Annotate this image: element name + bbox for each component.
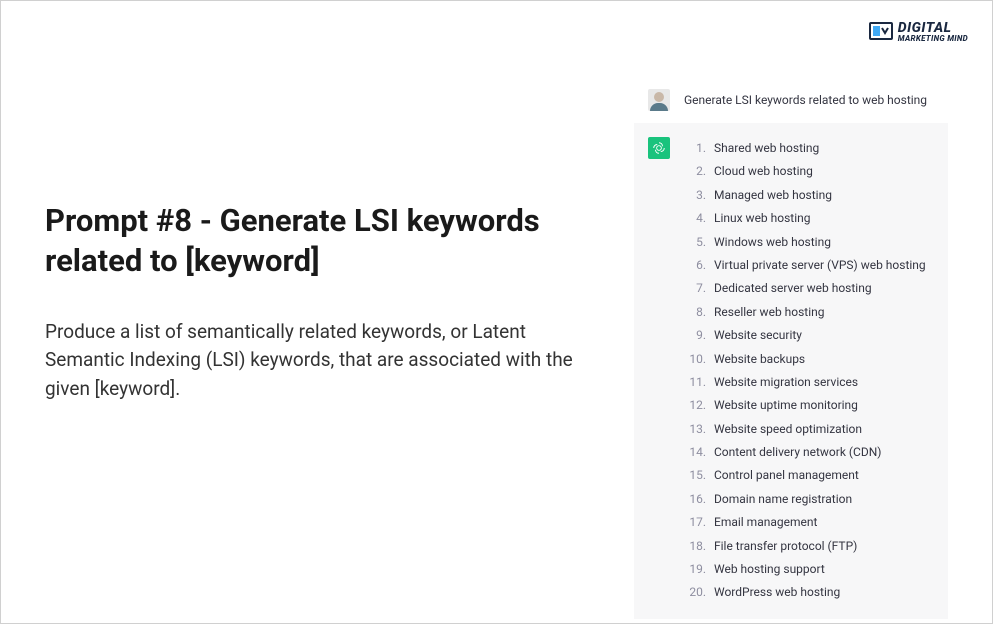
keyword-text: Windows web hosting	[714, 231, 831, 254]
keyword-item: Website backups	[684, 348, 926, 371]
ai-avatar-icon	[648, 137, 670, 159]
keyword-text: Website migration services	[714, 371, 858, 394]
keyword-item: Virtual private server (VPS) web hosting	[684, 254, 926, 277]
brand-logo: DIGITAL MARKETING MIND	[868, 19, 968, 45]
keyword-text: File transfer protocol (FTP)	[714, 535, 857, 558]
user-avatar-icon	[648, 89, 670, 111]
keyword-item: Content delivery network (CDN)	[684, 441, 926, 464]
keyword-item: Reseller web hosting	[684, 301, 926, 324]
keyword-item: Domain name registration	[684, 488, 926, 511]
keyword-text: Website security	[714, 324, 802, 347]
left-content: Prompt #8 - Generate LSI keywords relate…	[45, 201, 575, 403]
keyword-text: Domain name registration	[714, 488, 852, 511]
keyword-text: Control panel management	[714, 464, 859, 487]
keyword-text: Web hosting support	[714, 558, 825, 581]
keyword-text: Dedicated server web hosting	[714, 277, 872, 300]
keyword-item: File transfer protocol (FTP)	[684, 535, 926, 558]
keyword-text: Website uptime monitoring	[714, 394, 858, 417]
logo-mark-icon	[868, 19, 894, 45]
logo-line1: DIGITAL	[898, 21, 968, 35]
keyword-item: Shared web hosting	[684, 137, 926, 160]
keyword-item: Web hosting support	[684, 558, 926, 581]
keyword-text: Email management	[714, 511, 817, 534]
keyword-text: Linux web hosting	[714, 207, 811, 230]
keyword-item: WordPress web hosting	[684, 581, 926, 604]
keyword-item: Website uptime monitoring	[684, 394, 926, 417]
keyword-text: Reseller web hosting	[714, 301, 825, 324]
keyword-text: Website speed optimization	[714, 418, 862, 441]
keyword-text: Virtual private server (VPS) web hosting	[714, 254, 926, 277]
keyword-text: Cloud web hosting	[714, 160, 813, 183]
chat-panel: Generate LSI keywords related to web hos…	[634, 77, 948, 619]
ai-message-row: Shared web hostingCloud web hostingManag…	[634, 123, 948, 619]
user-message-row: Generate LSI keywords related to web hos…	[634, 77, 948, 123]
keyword-text: Shared web hosting	[714, 137, 819, 160]
keyword-text: Website backups	[714, 348, 805, 371]
keyword-item: Website security	[684, 324, 926, 347]
keyword-text: Managed web hosting	[714, 184, 832, 207]
keyword-item: Cloud web hosting	[684, 160, 926, 183]
keyword-item: Control panel management	[684, 464, 926, 487]
keyword-list: Shared web hostingCloud web hostingManag…	[684, 137, 926, 605]
keyword-text: Content delivery network (CDN)	[714, 441, 881, 464]
keyword-item: Windows web hosting	[684, 231, 926, 254]
keyword-text: WordPress web hosting	[714, 581, 840, 604]
keyword-item: Linux web hosting	[684, 207, 926, 230]
keyword-item: Website speed optimization	[684, 418, 926, 441]
logo-line2: MARKETING MIND	[898, 35, 968, 43]
keyword-item: Dedicated server web hosting	[684, 277, 926, 300]
keyword-item: Managed web hosting	[684, 184, 926, 207]
prompt-description: Produce a list of semantically related k…	[45, 318, 575, 404]
prompt-heading: Prompt #8 - Generate LSI keywords relate…	[45, 201, 575, 282]
keyword-item: Website migration services	[684, 371, 926, 394]
logo-text: DIGITAL MARKETING MIND	[898, 21, 968, 43]
user-prompt-text: Generate LSI keywords related to web hos…	[684, 93, 927, 107]
keyword-item: Email management	[684, 511, 926, 534]
